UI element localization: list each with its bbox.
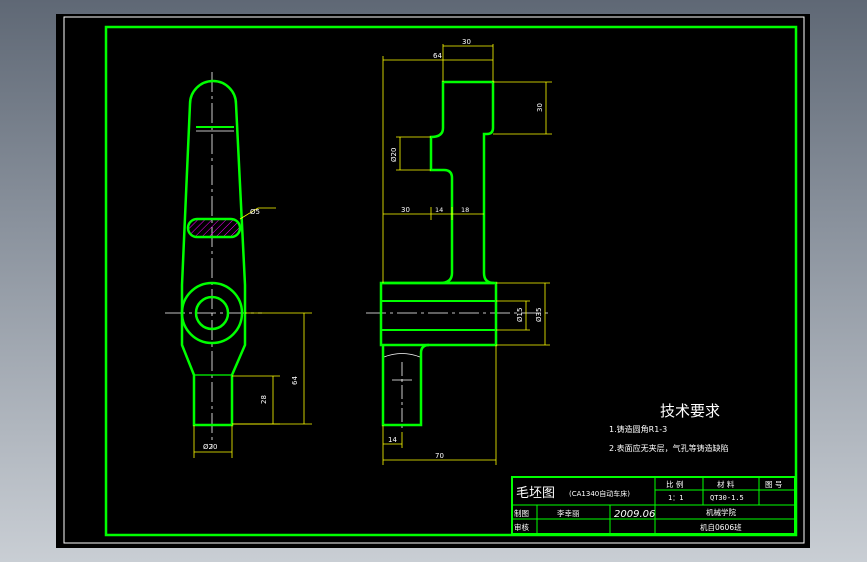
dim-mid-30: 30 <box>401 206 410 214</box>
cad-drawing-canvas: Ø5 28 64 Ø20 30 64 30 Ø20 30 14 18 Ø15 Ø… <box>56 14 810 548</box>
dim-top-30: 30 <box>462 38 471 46</box>
school: 机械学院 <box>706 507 736 517</box>
dim-left-dia-20: Ø20 <box>203 443 217 451</box>
review-label: 审核 <box>514 522 529 532</box>
section-hatch <box>186 217 242 239</box>
dim-top-64: 64 <box>433 52 442 60</box>
material-value: QT30-1.5 <box>710 494 744 502</box>
drawing-name: 毛坯图 <box>516 486 555 501</box>
dim-dia-35: Ø35 <box>535 308 543 322</box>
dim-bottom-14: 14 <box>388 436 397 444</box>
dim-dia-15: Ø15 <box>516 308 524 322</box>
tech-line-1: 1.铸造圆角R1-3 <box>609 424 667 434</box>
drawing-label: 制图 <box>514 508 529 518</box>
drawing-no-label: 图 号 <box>765 480 782 489</box>
material-label: 材 料 <box>717 479 735 489</box>
dim-left-dia-5: Ø5 <box>250 208 260 216</box>
dim-mid-14: 14 <box>435 206 443 214</box>
drawing-background <box>56 14 810 548</box>
dim-dia-20-upper: Ø20 <box>390 148 398 162</box>
ratio-value: 1：1 <box>668 494 683 502</box>
dim-left-28: 28 <box>260 395 268 404</box>
dim-bottom-70: 70 <box>435 452 444 460</box>
dim-left-64: 64 <box>291 376 299 385</box>
dim-right-30: 30 <box>536 103 544 112</box>
author: 李幸丽 <box>557 508 580 518</box>
tech-line-2: 2.表面应无夹层，气孔等铸造缺陷 <box>609 443 729 453</box>
dim-mid-18: 18 <box>461 206 469 214</box>
part-description: (CA1340自动车床) <box>569 489 630 498</box>
class-name: 机自0606班 <box>700 522 742 532</box>
tech-title: 技术要求 <box>660 402 720 420</box>
date: 2009.06 <box>614 509 655 520</box>
ratio-label: 比 例 <box>666 479 683 489</box>
